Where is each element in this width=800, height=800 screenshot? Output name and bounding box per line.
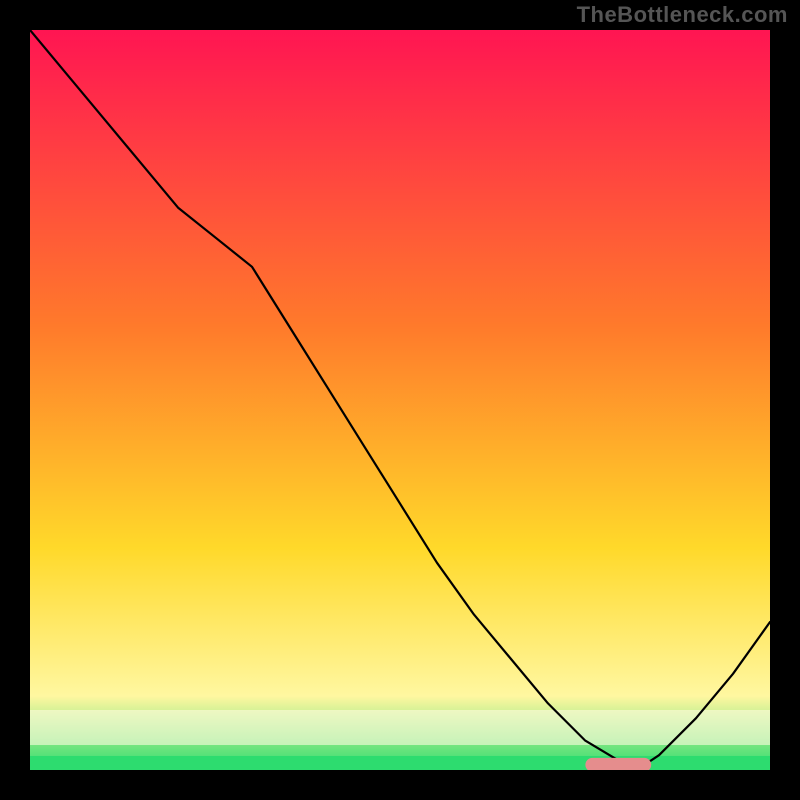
chart-svg (30, 30, 770, 770)
gradient-background (30, 30, 770, 770)
chart-inner (30, 30, 770, 770)
watermark-text: TheBottleneck.com (577, 2, 788, 28)
chart-stage: TheBottleneck.com (0, 0, 800, 800)
green-band (30, 756, 770, 770)
pale-band (30, 710, 770, 745)
